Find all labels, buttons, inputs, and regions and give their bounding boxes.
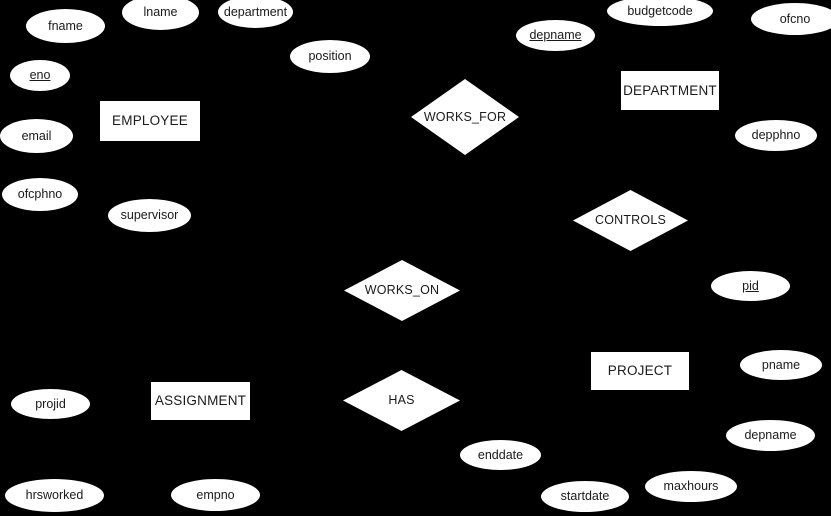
attribute-supervisor[interactable]: supervisor — [108, 199, 191, 232]
attribute-label: fname — [48, 18, 83, 33]
diamond-icon — [343, 370, 460, 431]
attribute-key-label: depname — [529, 28, 582, 43]
attribute-label: ofcno — [779, 11, 811, 26]
attribute-label: startdate — [560, 489, 610, 504]
entity-employee[interactable]: EMPLOYEE — [100, 101, 200, 141]
entity-assignment[interactable]: ASSIGNMENT — [151, 382, 250, 420]
attribute-empno[interactable]: empno — [171, 479, 260, 511]
entity-project[interactable]: PROJECT — [591, 352, 689, 390]
attribute-eno-key[interactable]: eno — [10, 60, 70, 91]
attribute-startdate[interactable]: startdate — [541, 481, 629, 512]
entity-label: ASSIGNMENT — [154, 393, 247, 409]
attribute-pid-key[interactable]: pid — [711, 271, 790, 301]
entity-label: PROJECT — [607, 363, 673, 379]
attribute-lname[interactable]: lname — [122, 0, 199, 30]
attribute-label: department — [223, 4, 288, 19]
attribute-label: ofcphno — [17, 187, 63, 202]
attribute-label: depphno — [751, 128, 801, 143]
attribute-key-label: pid — [742, 278, 759, 293]
attribute-depphno[interactable]: depphno — [735, 120, 817, 151]
attribute-label: supervisor — [120, 208, 179, 223]
relationship-has[interactable]: HAS — [343, 370, 460, 431]
attribute-department[interactable]: department — [218, 0, 293, 28]
attribute-label: enddate — [477, 447, 524, 462]
attribute-depname[interactable]: depname — [726, 420, 815, 451]
attribute-enddate[interactable]: enddate — [460, 440, 541, 470]
attribute-label: pname — [761, 357, 801, 372]
attribute-budgetcode[interactable]: budgetcode — [607, 0, 713, 26]
diamond-icon — [411, 79, 519, 155]
attribute-pname[interactable]: pname — [740, 350, 822, 380]
diamond-icon — [344, 260, 460, 321]
attribute-ofcno[interactable]: ofcno — [751, 3, 831, 35]
attribute-label: projid — [35, 396, 66, 411]
relationship-works-for[interactable]: WORKS_FOR — [411, 79, 519, 155]
er-diagram-canvas: EMPLOYEE DEPARTMENT ASSIGNMENT PROJECT WORKS… — [0, 0, 831, 516]
diamond-icon — [573, 190, 688, 251]
relationship-works-on[interactable]: WORKS_ON — [344, 260, 460, 321]
attribute-position[interactable]: position — [290, 40, 370, 73]
attribute-label: empno — [196, 487, 235, 502]
attribute-email[interactable]: email — [0, 119, 73, 153]
attribute-hrsworked[interactable]: hrsworked — [5, 479, 104, 512]
attribute-label: maxhours — [663, 479, 719, 494]
attribute-label: depname — [744, 428, 797, 443]
attribute-projid[interactable]: projid — [11, 389, 90, 419]
attribute-label: email — [21, 128, 52, 143]
attribute-label: budgetcode — [627, 3, 693, 18]
attribute-label: position — [308, 49, 352, 64]
attribute-depname-key[interactable]: depname — [516, 20, 595, 51]
entity-department[interactable]: DEPARTMENT — [621, 71, 719, 110]
attribute-ofcphno[interactable]: ofcphno — [2, 178, 78, 211]
attribute-key-label: eno — [29, 68, 51, 83]
attribute-label: hrsworked — [25, 488, 84, 503]
attribute-maxhours[interactable]: maxhours — [645, 471, 737, 502]
entity-label: EMPLOYEE — [112, 113, 188, 129]
relationship-controls[interactable]: CONTROLS — [573, 190, 688, 251]
entity-label: DEPARTMENT — [623, 82, 717, 98]
attribute-fname[interactable]: fname — [26, 9, 105, 43]
attribute-label: lname — [143, 5, 178, 20]
